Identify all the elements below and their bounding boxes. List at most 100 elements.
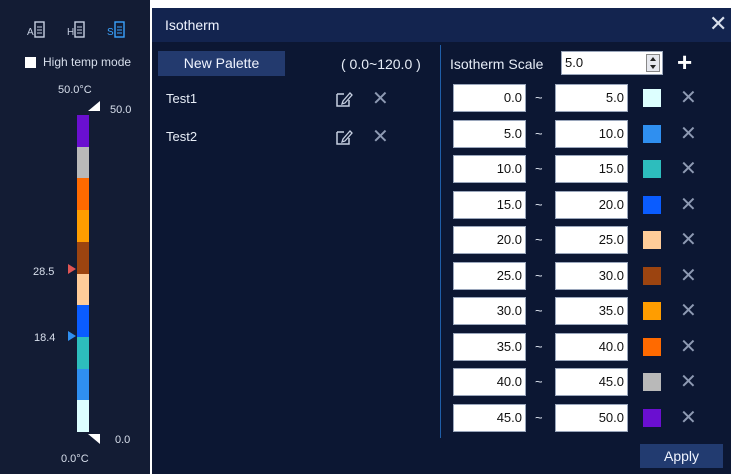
isotherm-row: 0.0 ~5.0 ✕ [453,84,703,112]
colorbar-segment [77,210,89,243]
delete-row-icon[interactable]: ✕ [680,337,697,357]
palette-name[interactable]: Test1 [166,91,197,106]
color-swatch[interactable] [643,409,661,427]
svg-text:A: A [27,27,34,38]
scale-top-value: 50.0 [110,104,132,116]
range-separator: ~ [535,90,543,105]
range-to-input[interactable]: 40.0 [555,333,628,361]
range-separator: ~ [535,232,543,247]
delete-row-icon[interactable]: ✕ [680,159,697,179]
h-list-icon[interactable]: H [66,20,86,43]
delete-row-icon[interactable]: ✕ [680,124,697,144]
isotherm-scale-label: Isotherm Scale [450,56,544,72]
temperature-sidebar: A H S High temp mode 50.0°C 50.0 28.5 18… [0,0,150,474]
colorbar-segment [77,336,89,370]
a-list-icon[interactable]: A [26,20,46,43]
range-separator: ~ [535,303,543,318]
isotherm-row: 5.0 ~10.0 ✕ [453,120,703,148]
isotherm-scale-spinbox[interactable]: 5.0 [561,51,663,75]
high-temp-mode-checkbox[interactable] [25,57,36,68]
color-swatch[interactable] [643,196,661,214]
marker-high-arrow[interactable] [68,264,76,274]
isotherm-scale-value[interactable]: 5.0 [565,55,583,70]
color-swatch[interactable] [643,160,661,178]
range-separator: ~ [535,197,543,212]
color-swatch[interactable] [643,373,661,391]
range-from-input[interactable]: 10.0 [453,155,526,183]
palette-name[interactable]: Test2 [166,129,197,144]
color-swatch[interactable] [643,338,661,356]
bottom-temp-label: 0.0°C [61,453,89,465]
edit-icon[interactable] [335,128,353,146]
isotherm-row: 15.0 ~20.0 ✕ [453,191,703,219]
range-from-input[interactable]: 35.0 [453,333,526,361]
range-from-input[interactable]: 0.0 [453,84,526,112]
delete-palette-icon[interactable]: ✕ [372,89,389,109]
colorbar-segment [77,115,89,148]
color-swatch[interactable] [643,89,661,107]
range-to-input[interactable]: 5.0 [555,84,628,112]
delete-row-icon[interactable]: ✕ [680,266,697,286]
s-list-icon[interactable]: S [106,20,126,43]
range-separator: ~ [535,339,543,354]
range-to-input[interactable]: 30.0 [555,262,628,290]
color-swatch[interactable] [643,267,661,285]
range-to-input[interactable]: 15.0 [555,155,628,183]
delete-row-icon[interactable]: ✕ [680,230,697,250]
range-to-input[interactable]: 45.0 [555,368,628,396]
delete-palette-icon[interactable]: ✕ [372,127,389,147]
svg-text:H: H [67,27,74,38]
range-from-input[interactable]: 30.0 [453,297,526,325]
colorbar-segment [77,400,89,433]
dialog-titlebar [152,8,731,42]
high-temp-mode-label: High temp mode [43,55,132,69]
delete-row-icon[interactable]: ✕ [680,408,697,428]
colorbar-segment [77,146,89,179]
scale-bottom-value: 0.0 [115,434,131,446]
isotherm-row: 40.0 ~45.0 ✕ [453,368,703,396]
isotherm-row: 25.0 ~30.0 ✕ [453,262,703,290]
scale-bottom-marker [88,434,100,444]
colorbar [77,115,89,433]
range-from-input[interactable]: 5.0 [453,120,526,148]
spin-buttons[interactable] [646,54,660,72]
range-to-input[interactable]: 35.0 [555,297,628,325]
range-separator: ~ [535,161,543,176]
isotherm-row: 20.0 ~25.0 ✕ [453,226,703,254]
range-from-input[interactable]: 20.0 [453,226,526,254]
range-from-input[interactable]: 45.0 [453,404,526,432]
delete-row-icon[interactable]: ✕ [680,372,697,392]
edit-icon[interactable] [335,90,353,108]
range-separator: ~ [535,374,543,389]
delete-row-icon[interactable]: ✕ [680,195,697,215]
range-from-input[interactable]: 25.0 [453,262,526,290]
range-from-input[interactable]: 15.0 [453,191,526,219]
range-to-input[interactable]: 50.0 [555,404,628,432]
delete-row-icon[interactable]: ✕ [680,301,697,321]
color-swatch[interactable] [643,302,661,320]
isotherm-row: 35.0 ~40.0 ✕ [453,333,703,361]
color-swatch[interactable] [643,231,661,249]
marker-low-arrow[interactable] [68,331,76,341]
new-palette-button[interactable]: New Palette [158,51,285,76]
range-to-input[interactable]: 10.0 [555,120,628,148]
color-swatch[interactable] [643,125,661,143]
range-from-input[interactable]: 40.0 [453,368,526,396]
svg-text:S: S [107,27,114,38]
isotherm-row: 10.0 ~15.0 ✕ [453,155,703,183]
delete-row-icon[interactable]: ✕ [680,88,697,108]
range-to-input[interactable]: 25.0 [555,226,628,254]
range-separator: ~ [535,268,543,283]
close-icon[interactable]: ✕ [709,13,727,35]
dialog-title: Isotherm [165,17,220,33]
isotherm-row: 30.0 ~35.0 ✕ [453,297,703,325]
range-label: ( 0.0~120.0 ) [341,56,421,72]
range-to-input[interactable]: 20.0 [555,191,628,219]
range-separator: ~ [535,126,543,141]
colorbar-segment [77,368,89,401]
scale-top-marker [88,101,100,111]
spin-arrows-icon[interactable] [647,55,659,71]
add-isotherm-icon[interactable]: + [677,49,692,75]
colorbar-segment [77,273,89,306]
apply-button[interactable]: Apply [640,444,723,468]
